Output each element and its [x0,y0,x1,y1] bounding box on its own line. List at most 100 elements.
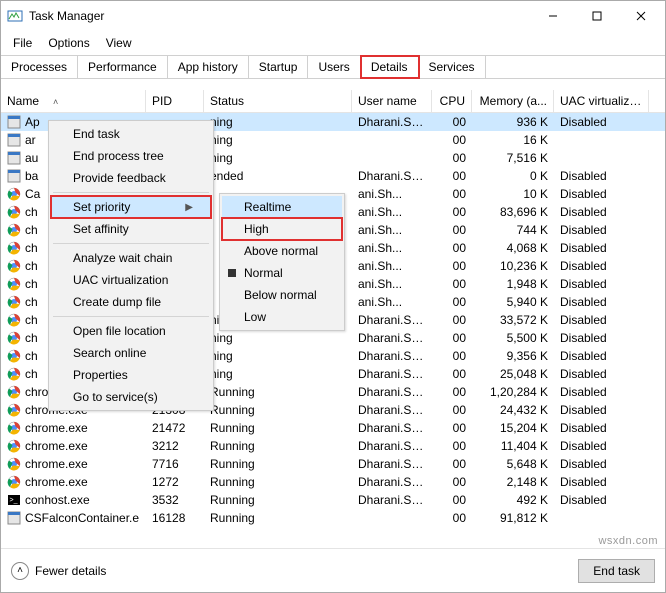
svg-text:>_: >_ [10,497,18,504]
process-cpu: 00 [432,511,472,525]
col-memory[interactable]: Memory (a... [472,90,554,112]
maximize-button[interactable] [575,2,619,30]
process-uac: Disabled [554,385,649,399]
menu-view[interactable]: View [98,33,140,53]
process-user: Dharani.Sh... [352,169,432,183]
menu-file[interactable]: File [5,33,40,53]
window-title: Task Manager [29,9,531,23]
col-uac[interactable]: UAC virtualizat... [554,90,649,112]
priority-high[interactable]: High [222,218,342,240]
ctx-go-to-services[interactable]: Go to service(s) [51,386,211,408]
process-cpu: 00 [432,439,472,453]
minimize-button[interactable] [531,2,575,30]
process-cpu: 00 [432,295,472,309]
ctx-search-online[interactable]: Search online [51,342,211,364]
table-row[interactable]: chrome.exe3212RunningDharani.Sh...0011,4… [1,437,665,455]
menu-options[interactable]: Options [40,33,97,53]
ctx-sep [53,316,209,317]
priority-submenu[interactable]: Realtime High Above normal Normal Below … [219,193,345,331]
process-status: ning [204,151,352,165]
table-row[interactable]: chrome.exe7716RunningDharani.Sh...005,64… [1,455,665,473]
titlebar: Task Manager [1,1,665,31]
process-uac: Disabled [554,169,649,183]
process-name: ch [25,205,38,219]
context-menu[interactable]: End task End process tree Provide feedba… [48,120,214,411]
tab-startup[interactable]: Startup [249,56,309,78]
process-status: Running [204,493,352,507]
process-memory: 25,048 K [472,367,554,381]
process-status: Running [204,457,352,471]
chevron-up-icon: ˄ [11,562,29,580]
radio-selected-icon [228,269,236,277]
process-cpu: 00 [432,457,472,471]
process-name: ch [25,295,38,309]
process-name: ch [25,259,38,273]
col-name[interactable]: Name˄ [1,90,146,112]
ctx-sep [53,192,209,193]
process-name: ch [25,313,38,327]
priority-low[interactable]: Low [222,306,342,328]
process-status: ning [204,367,352,381]
menubar: File Options View [1,31,665,55]
tab-users[interactable]: Users [308,56,360,78]
ctx-set-priority[interactable]: Set priority ▶ [51,196,211,218]
process-uac: Disabled [554,367,649,381]
process-pid: 16128 [146,511,204,525]
priority-above-normal[interactable]: Above normal [222,240,342,262]
tab-details[interactable]: Details [361,56,419,78]
chrome-icon [7,223,21,237]
ctx-open-file-location[interactable]: Open file location [51,320,211,342]
table-row[interactable]: chrome.exe1272RunningDharani.Sh...002,14… [1,473,665,491]
chrome-icon [7,475,21,489]
process-cpu: 00 [432,133,472,147]
process-user: ani.Sh... [352,187,432,201]
ctx-provide-feedback[interactable]: Provide feedback [51,167,211,189]
process-cpu: 00 [432,205,472,219]
process-memory: 7,516 K [472,151,554,165]
priority-normal[interactable]: Normal [222,262,342,284]
col-status[interactable]: Status [204,90,352,112]
process-cpu: 00 [432,403,472,417]
process-uac: Disabled [554,475,649,489]
tab-performance[interactable]: Performance [78,56,168,78]
table-row[interactable]: chrome.exe21472RunningDharani.Sh...0015,… [1,419,665,437]
process-name: chrome.exe [25,421,88,435]
ctx-analyze-wait-chain[interactable]: Analyze wait chain [51,247,211,269]
process-memory: 11,404 K [472,439,554,453]
end-task-button[interactable]: End task [578,559,655,583]
console-icon: >_ [7,493,21,507]
col-pid[interactable]: PID [146,90,204,112]
ctx-create-dump-file[interactable]: Create dump file [51,291,211,313]
ctx-set-affinity[interactable]: Set affinity [51,218,211,240]
ctx-end-task[interactable]: End task [51,123,211,145]
tab-services[interactable]: Services [419,56,486,78]
chrome-icon [7,313,21,327]
priority-realtime[interactable]: Realtime [222,196,342,218]
process-user: Dharani.Sh... [352,115,432,129]
ctx-end-process-tree[interactable]: End process tree [51,145,211,167]
table-row[interactable]: >_conhost.exe3532RunningDharani.Sh...004… [1,491,665,509]
process-user: Dharani.Sh... [352,349,432,363]
process-user: ani.Sh... [352,295,432,309]
process-name: ba [25,169,38,183]
priority-below-normal[interactable]: Below normal [222,284,342,306]
process-memory: 10 K [472,187,554,201]
table-row[interactable]: CSFalconContainer.e16128Running0091,812 … [1,509,665,527]
col-cpu[interactable]: CPU [432,90,472,112]
process-cpu: 00 [432,331,472,345]
process-status: Running [204,511,352,525]
close-button[interactable] [619,2,663,30]
process-memory: 15,204 K [472,421,554,435]
tab-app-history[interactable]: App history [168,56,249,78]
process-status: ended [204,169,352,183]
process-uac: Disabled [554,349,649,363]
ctx-uac-virtualization[interactable]: UAC virtualization [51,269,211,291]
col-user[interactable]: User name [352,90,432,112]
process-status: Running [204,421,352,435]
fewer-details-button[interactable]: ˄ Fewer details [11,562,106,580]
ctx-properties[interactable]: Properties [51,364,211,386]
tab-processes[interactable]: Processes [1,56,78,78]
process-status: Running [204,385,352,399]
process-memory: 16 K [472,133,554,147]
process-user: ani.Sh... [352,259,432,273]
